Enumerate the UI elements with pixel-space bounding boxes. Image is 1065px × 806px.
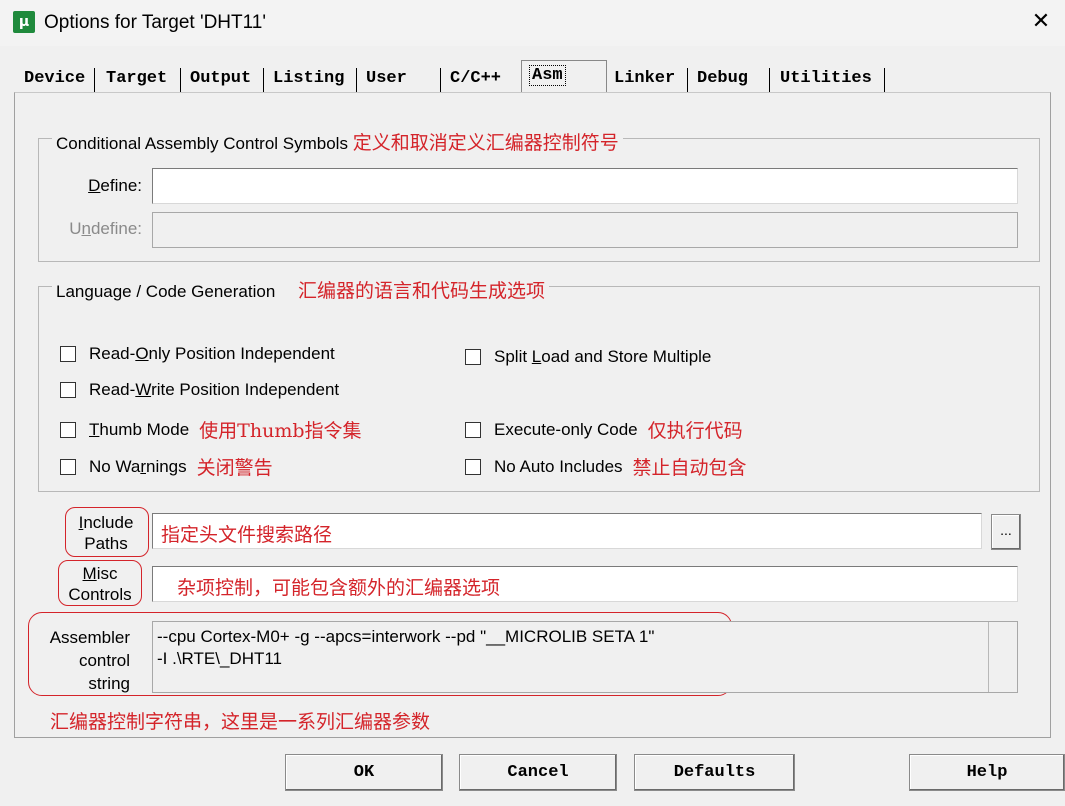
keil-app-icon: μ [13,11,35,33]
tab-linker[interactable]: Linker [610,64,679,94]
checkbox-readwrite-pi[interactable]: Read-Write Position Independent [60,380,339,400]
include-paths-label-line1: Include [78,513,134,532]
window-title: Options for Target 'DHT11' [44,12,266,33]
cancel-button[interactable]: Cancel [459,754,617,791]
conditional-symbols-legend: Conditional Assembly Control Symbols 定义和… [52,128,623,155]
define-input[interactable] [152,168,1018,204]
readwrite-pi-label: Read-Write Position Independent [89,380,340,399]
tab-output[interactable]: Output [186,64,255,94]
language-codegen-annotation: 汇编器的语言和代码生成选项 [298,280,546,302]
include-paths-label-line2: Paths [84,534,128,553]
split-ldm-checkbox[interactable] [465,349,481,365]
tab-asm[interactable]: Asm [521,60,607,93]
execute-only-label: Execute-only Code [494,419,638,439]
tab-separator [440,68,441,92]
language-codegen-legend: Language / Code Generation 汇编器的语言和代码生成选项 [52,276,550,303]
tab-separator [94,68,95,92]
tab-separator [356,68,357,92]
asm-control-string-annotation: 汇编器控制字符串，这里是一系列汇编器参数 [50,711,431,733]
no-warnings-checkbox[interactable] [60,458,76,475]
tab-debug[interactable]: Debug [693,64,752,94]
help-button[interactable]: Help [909,754,1065,791]
no-auto-includes-annotation: 禁止自动包含 [632,457,747,479]
readwrite-pi-checkbox[interactable] [60,382,76,398]
undefine-input [152,212,1018,248]
thumb-mode-label: Thumb Mode [89,419,190,439]
title-bar: μ Options for Target 'DHT11' ✕ [0,0,1065,46]
no-warnings-annotation: 关闭警告 [196,457,273,479]
tab-utilities[interactable]: Utilities [776,64,876,94]
tab-user[interactable]: User [362,64,411,94]
thumb-mode-annotation: 使用Thumb指令集 [199,420,362,442]
misc-controls-annotation: 杂项控制，可能包含额外的汇编器选项 [177,577,501,599]
conditional-symbols-annotation: 定义和取消定义汇编器控制符号 [352,132,619,154]
asm-control-string-label-line3: string [88,674,130,693]
tab-separator [263,68,264,92]
tab-device[interactable]: Device [20,64,89,94]
asm-control-string-line2: -I .\RTE\_DHT11 [157,649,283,668]
checkbox-readonly-pi[interactable]: Read-Only Position Independent [60,344,335,364]
include-paths-annotation: 指定头文件搜索路径 [161,524,333,546]
tab-c-cpp[interactable]: C/C++ [446,64,505,94]
asm-control-string-box: --cpu Cortex-M0+ -g --apcs=interwork --p… [152,621,1018,693]
execute-only-annotation: 仅执行代码 [647,420,743,442]
checkbox-thumb-mode[interactable]: Thumb Mode 使用Thumb指令集 [60,416,362,443]
no-auto-includes-checkbox[interactable] [465,458,481,475]
include-paths-input[interactable]: 指定头文件搜索路径 [152,513,982,549]
misc-controls-input[interactable]: 杂项控制，可能包含额外的汇编器选项 [152,566,1018,602]
conditional-symbols-title: Conditional Assembly Control Symbols [56,134,348,153]
misc-controls-label: Misc Controls [60,563,140,605]
language-codegen-title: Language / Code Generation [56,282,276,301]
tab-separator [884,68,885,92]
asm-control-string-label: Assembler control string [44,626,130,695]
no-warnings-label: No Warnings [89,456,187,476]
asm-control-string-label-line1: Assembler [49,628,130,647]
tab-separator [687,68,688,92]
misc-controls-label-line1: Misc [82,564,118,583]
tab-separator [769,68,770,92]
readonly-pi-label: Read-Only Position Independent [89,344,335,363]
include-paths-label: Include Paths [66,512,146,554]
defaults-button[interactable]: Defaults [634,754,795,791]
split-ldm-label: Split Load and Store Multiple [494,347,712,366]
execute-only-checkbox[interactable] [465,421,481,438]
no-auto-includes-label: No Auto Includes [494,456,623,476]
tab-asm-label: Asm [529,65,566,86]
thumb-mode-checkbox[interactable] [60,421,76,438]
readonly-pi-checkbox[interactable] [60,346,76,362]
include-paths-browse-button[interactable]: ... [991,514,1021,550]
tab-target[interactable]: Target [102,64,171,94]
ok-button[interactable]: OK [285,754,443,791]
close-button[interactable]: ✕ [1021,4,1061,40]
checkbox-execute-only[interactable]: Execute-only Code 仅执行代码 [465,416,743,443]
asm-control-string-scroll-divider [988,622,989,692]
checkbox-no-auto-includes[interactable]: No Auto Includes 禁止自动包含 [465,453,747,480]
undefine-label: Undefine: [69,219,142,238]
asm-control-string-label-line2: control [78,651,130,670]
tab-listing[interactable]: Listing [269,64,348,94]
asm-control-string-line1: --cpu Cortex-M0+ -g --apcs=interwork --p… [157,627,655,646]
misc-controls-label-line2: Controls [68,585,132,604]
checkbox-split-ldm[interactable]: Split Load and Store Multiple [465,347,711,367]
define-label: Define: [88,176,142,195]
tab-separator [180,68,181,92]
checkbox-no-warnings[interactable]: No Warnings 关闭警告 [60,453,273,480]
